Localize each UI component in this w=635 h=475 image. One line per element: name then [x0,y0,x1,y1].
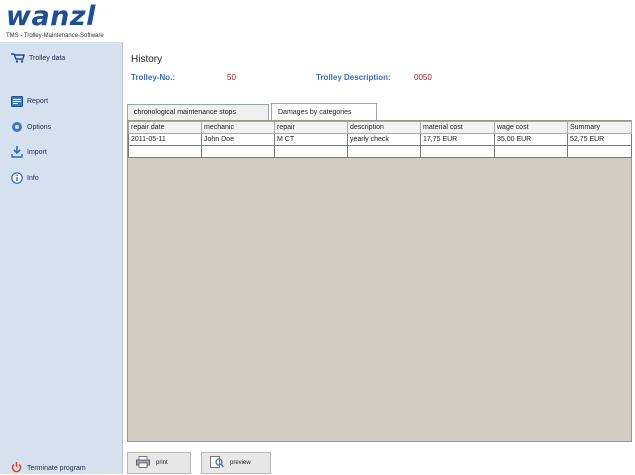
table-cell[interactable] [201,145,275,158]
sidebar-item-report[interactable]: Report [11,96,48,107]
printer-icon [136,456,150,470]
maintenance-table-area: repair date mechanic repair description … [127,120,632,442]
trolley-icon [11,53,25,63]
column-header[interactable]: description [347,121,421,134]
column-header[interactable]: repair [274,121,348,134]
import-icon [11,146,23,158]
sidebar-item-trolley-data[interactable]: Trolley data [11,53,65,63]
power-icon [11,462,22,475]
main-panel: History Trolley-No.: 50 Trolley Descript… [123,42,635,474]
table-cell[interactable] [347,145,421,158]
sidebar-item-label: Report [27,98,49,105]
table-cell[interactable] [128,145,202,158]
page-title: History [131,54,163,65]
table-row[interactable]: 2011-05-11 John Doe M CT yearly check 17… [128,133,632,146]
column-header[interactable]: Summary [567,121,632,134]
options-icon [11,121,23,133]
table-cell[interactable]: M CT [274,133,348,146]
table-cell[interactable]: 17,75 EUR [420,133,495,146]
table-row-empty[interactable] [128,145,632,158]
print-button[interactable]: print [127,452,191,474]
table-cell[interactable]: 35,00 EUR [494,133,568,146]
report-icon [11,96,23,107]
wanzl-logo: wanzl [6,1,96,32]
column-header[interactable]: mechanic [201,121,275,134]
column-header[interactable]: wage cost [494,121,568,134]
table-cell[interactable] [274,145,348,158]
tab-label: Damages by categories [278,108,352,116]
table-header-row: repair date mechanic repair description … [128,121,632,134]
column-header[interactable]: material cost [420,121,495,134]
trolley-description-value: 0050 [414,73,432,82]
tab-chronological-maintenance-stops[interactable]: chronological maintenance stops [127,104,269,120]
table-cell[interactable] [420,145,495,158]
print-label: print [156,460,168,466]
sidebar-item-options[interactable]: Options [11,121,51,133]
sidebar-item-import[interactable]: Import [11,146,47,158]
trolley-no-label: Trolley-No.: [131,73,176,82]
preview-button[interactable]: preview [201,452,271,474]
info-icon [11,172,23,184]
header: wanzl TMS - Trolley-Maintenance-Software [0,0,635,42]
sidebar-item-label: Import [27,148,47,156]
sidebar-item-info[interactable]: Info [11,172,39,184]
table-cell[interactable] [567,145,632,158]
preview-icon [210,456,225,470]
table-cell[interactable]: John Doe [201,133,275,146]
trolley-description-label: Trolley Description: [316,73,391,82]
app-subtitle: TMS - Trolley-Maintenance-Software [6,33,104,39]
table-cell[interactable]: 52,75 EUR [567,133,632,146]
table-cell[interactable]: 2011-05-11 [128,133,202,146]
tab-damages-by-categories[interactable]: Damages by categories [271,103,377,120]
sidebar: Trolley data Report Options Import Info … [0,42,123,474]
sidebar-item-label: Options [27,123,52,131]
tab-label: chronological maintenance stops [134,109,236,116]
terminate-label: Terminate program [27,465,86,472]
sidebar-item-label: Info [27,174,39,182]
bottom-toolbar: print preview [123,444,635,474]
column-header[interactable]: repair date [128,121,202,134]
table-cell[interactable] [494,145,568,158]
table-cell[interactable]: yearly check [347,133,421,146]
terminate-program-button[interactable]: Terminate program [11,462,86,475]
maintenance-table: repair date mechanic repair description … [128,121,632,158]
trolley-no-value: 50 [227,73,236,82]
sidebar-item-label: Trolley data [29,54,66,62]
preview-label: preview [230,460,251,466]
